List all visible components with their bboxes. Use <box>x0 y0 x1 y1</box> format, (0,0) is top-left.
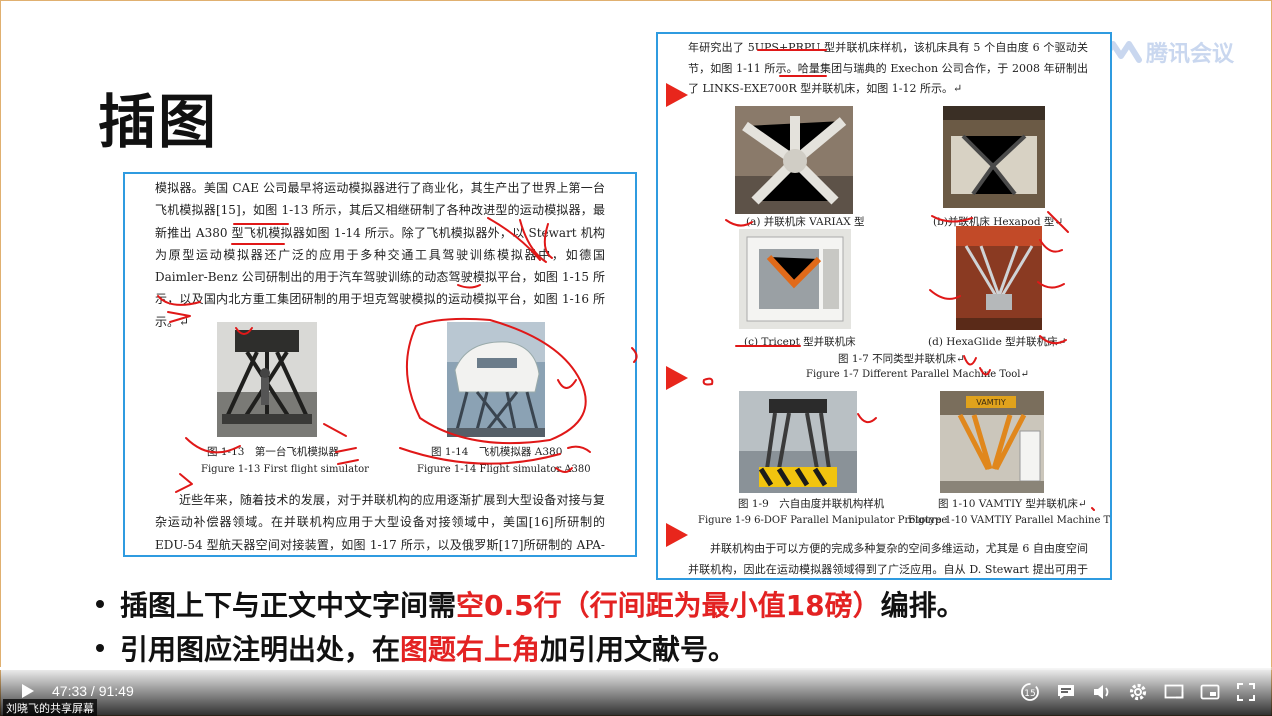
pointer-arrow-icon <box>666 523 688 547</box>
video-control-bar <box>0 668 1272 716</box>
caption-figure-1-14-en: Figure 1-14 Flight simulator A380 <box>417 464 591 475</box>
volume-icon <box>1094 685 1109 699</box>
caption-figure-a: (a) 并联机床 VARIAX 型 <box>746 216 865 228</box>
play-button[interactable] <box>18 681 38 701</box>
photo-a380-flight-simulator <box>447 322 545 437</box>
gear-icon <box>1129 683 1147 701</box>
caption-figure-1-7-en: Figure 1-7 Different Parallel Machine To… <box>806 369 1029 380</box>
bullet-text: 编排。 <box>880 589 965 622</box>
bullet-highlight: 空0.5行（行间距为最小值18磅） <box>456 589 881 622</box>
fullscreen-button[interactable] <box>1234 681 1258 703</box>
caption-figure-c: (c) Tricept 型并联机床 <box>744 336 856 348</box>
cast-button[interactable] <box>1162 681 1186 703</box>
comment-icon <box>1058 685 1074 699</box>
photo-first-flight-simulator <box>217 322 317 437</box>
volume-button[interactable] <box>1090 681 1114 703</box>
play-icon <box>22 684 34 698</box>
photo-variax-machine <box>735 106 853 214</box>
pointer-arrow-icon <box>666 83 688 107</box>
doc-right-paragraph-1: 年研究出了 5UPS+PRPU 型并联机床样机，该机床具有 5 个自由度 6 个… <box>688 41 1088 95</box>
bullet-item: 引用图应注明出处，在 图题右上角 加引用文献号。 <box>96 626 965 670</box>
pointer-arrow-icon <box>666 366 688 390</box>
photo-6dof-prototype <box>739 391 857 493</box>
caption-figure-1-10-cn: 图 1-10 VAMTIY 型并联机床↵ <box>938 498 1087 510</box>
photo-vamtiy-machine: VAMTIY <box>940 391 1044 493</box>
document-excerpt-left: 模拟器。美国 CAE 公司最早将运动模拟器进行了商业化，其生产出了世界上第一台飞… <box>123 172 637 557</box>
bullet-item: 插图上下与正文中文字间需 空0.5行（行间距为最小值18磅） 编排。 <box>96 582 965 626</box>
document-excerpt-right: 年研究出了 5UPS+PRPU 型并联机床样机，该机床具有 5 个自由度 6 个… <box>656 32 1112 580</box>
caption-figure-d: (d) HexaGlide 型并联机床↵ <box>928 336 1067 348</box>
vamtiy-sign-text: VAMTIY <box>976 398 1006 407</box>
caption-figure-1-13-en: Figure 1-13 First flight simulator <box>201 464 369 475</box>
photo-hexaglide-machine <box>956 226 1042 330</box>
fullscreen-icon <box>1237 683 1255 701</box>
bullet-highlight: 图题右上角 <box>400 633 541 666</box>
watermark-text: 腾讯会议 <box>1146 42 1235 67</box>
caption-figure-1-7-cn: 图 1-7 不同类型并联机床↵ <box>838 353 965 365</box>
doc-right-paragraph-2: 并联机构由于可以方便的完成多种复杂的空间多维运动，尤其是 6 自由度空间并联机构… <box>688 542 1088 576</box>
caption-figure-1-9-cn: 图 1-9 六自由度并联机构样机 <box>738 498 885 510</box>
bullet-dot <box>96 600 104 608</box>
danmaku-button[interactable] <box>1054 681 1078 703</box>
meeting-watermark: 腾讯会议 <box>1100 36 1234 68</box>
speed-icon: 15 <box>1021 683 1039 701</box>
pip-icon <box>1200 684 1220 700</box>
photo-hexapod-machine <box>943 106 1045 208</box>
bullet-text: 引用图应注明出处，在 <box>120 633 401 666</box>
caption-figure-1-13-cn: 图 1-13 第一台飞机模拟器 <box>207 446 339 458</box>
cast-icon <box>1164 684 1184 699</box>
slide-title: 插图 <box>98 88 219 156</box>
svg-text:15: 15 <box>1024 689 1035 699</box>
playback-speed-button[interactable]: 15 <box>1018 681 1042 703</box>
bullet-text: 加引用文献号。 <box>540 633 737 666</box>
bullet-dot <box>96 644 104 652</box>
screen-share-owner-label: 刘晓飞的共享屏幕 <box>3 699 97 716</box>
caption-figure-1-10-en: Figure 1-10 VAMTIY Parallel Machine Tool… <box>908 515 1112 526</box>
slide-bullets: 插图上下与正文中文字间需 空0.5行（行间距为最小值18磅） 编排。 引用图应注明出… <box>96 582 965 670</box>
bullet-text: 插图上下与正文中文字间需 <box>120 589 457 622</box>
picture-in-picture-button[interactable] <box>1198 681 1222 703</box>
caption-figure-1-14-cn: 图 1-14 飞机模拟器 A380 <box>431 446 563 458</box>
settings-button[interactable] <box>1126 681 1150 703</box>
doc-left-paragraph-2: 近些年来，随着技术的发展，对于并联机构的应用逐渐扩展到大型设备对接与复杂运动补偿… <box>155 493 605 552</box>
doc-left-paragraph-1: 模拟器。美国 CAE 公司最早将运动模拟器进行了商业化，其生产出了世界上第一台飞… <box>155 181 605 329</box>
video-progress-bar[interactable] <box>0 667 1272 670</box>
video-progress-fill <box>0 667 659 670</box>
playback-time: 47:33 / 91:49 <box>52 683 134 699</box>
photo-tricept-machine <box>739 229 851 329</box>
